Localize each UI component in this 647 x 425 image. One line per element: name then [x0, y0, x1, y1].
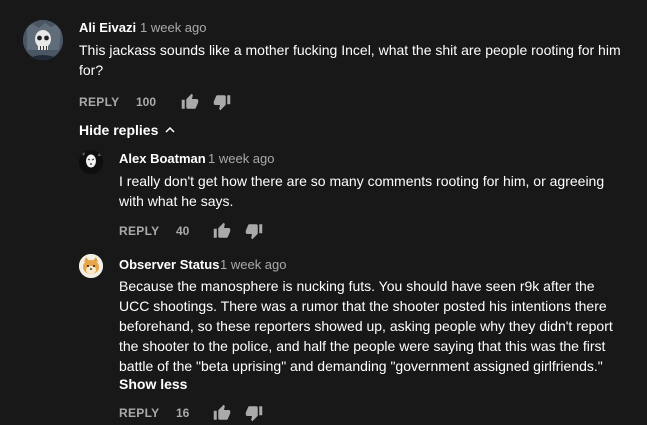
reply-text: Because the manosphere is nucking futs. …	[119, 276, 639, 376]
reply-text-line: battle of the "beta uprising" and demand…	[119, 358, 603, 374]
reply-button[interactable]: REPLY	[119, 406, 159, 420]
reply-text-line: with what he says.	[119, 193, 234, 209]
reply-time[interactable]: 1 week ago	[220, 257, 287, 272]
comment-text-line: This jackass sounds like a mother fuckin…	[79, 42, 621, 58]
hide-replies-label: Hide replies	[79, 122, 159, 138]
no-face-avatar-icon	[79, 150, 103, 174]
chevron-up-icon	[165, 126, 175, 133]
reply-author[interactable]: Alex Boatman	[119, 151, 206, 166]
thumbs-up-icon[interactable]	[181, 93, 199, 111]
like-count: 100	[136, 95, 157, 109]
hide-replies-button[interactable]: Hide replies	[79, 122, 176, 138]
comment-author[interactable]: Ali Eivazi	[79, 20, 136, 35]
avatar-alex-boatman[interactable]	[79, 150, 103, 174]
reply-button[interactable]: REPLY	[119, 224, 159, 238]
reply-text-line: the shooter to the police, and half the …	[119, 338, 606, 354]
thumbs-down-icon[interactable]	[213, 93, 231, 111]
reply-text: I really don't get how there are so many…	[119, 171, 639, 211]
comment-text-line: for?	[79, 62, 104, 78]
show-less-button[interactable]: Show less	[119, 376, 187, 392]
avatar-ali-eivazi[interactable]	[23, 20, 63, 60]
like-count: 40	[176, 224, 190, 238]
reply-text-line: Because the manosphere is nucking futs. …	[119, 278, 595, 294]
thumbs-up-icon[interactable]	[213, 222, 231, 240]
reply-button[interactable]: REPLY	[79, 95, 119, 109]
avatar-observer-status[interactable]	[79, 254, 103, 278]
shiba-avatar-icon	[79, 254, 103, 278]
reply-text-line: beforehand, so these reporters showed up…	[119, 318, 613, 334]
comment-text: This jackass sounds like a mother fuckin…	[79, 40, 639, 80]
reply-text-line: UCC shootings. There was a rumor that th…	[119, 298, 607, 314]
skull-avatar-icon	[23, 20, 63, 60]
thumbs-down-icon[interactable]	[245, 404, 263, 422]
comment-time[interactable]: 1 week ago	[140, 20, 207, 35]
reply-time[interactable]: 1 week ago	[208, 151, 275, 166]
like-count: 16	[176, 406, 190, 420]
thumbs-up-icon[interactable]	[213, 404, 231, 422]
reply-author[interactable]: Observer Status	[119, 257, 219, 272]
reply-text-line: I really don't get how there are so many…	[119, 173, 605, 189]
thumbs-down-icon[interactable]	[245, 222, 263, 240]
